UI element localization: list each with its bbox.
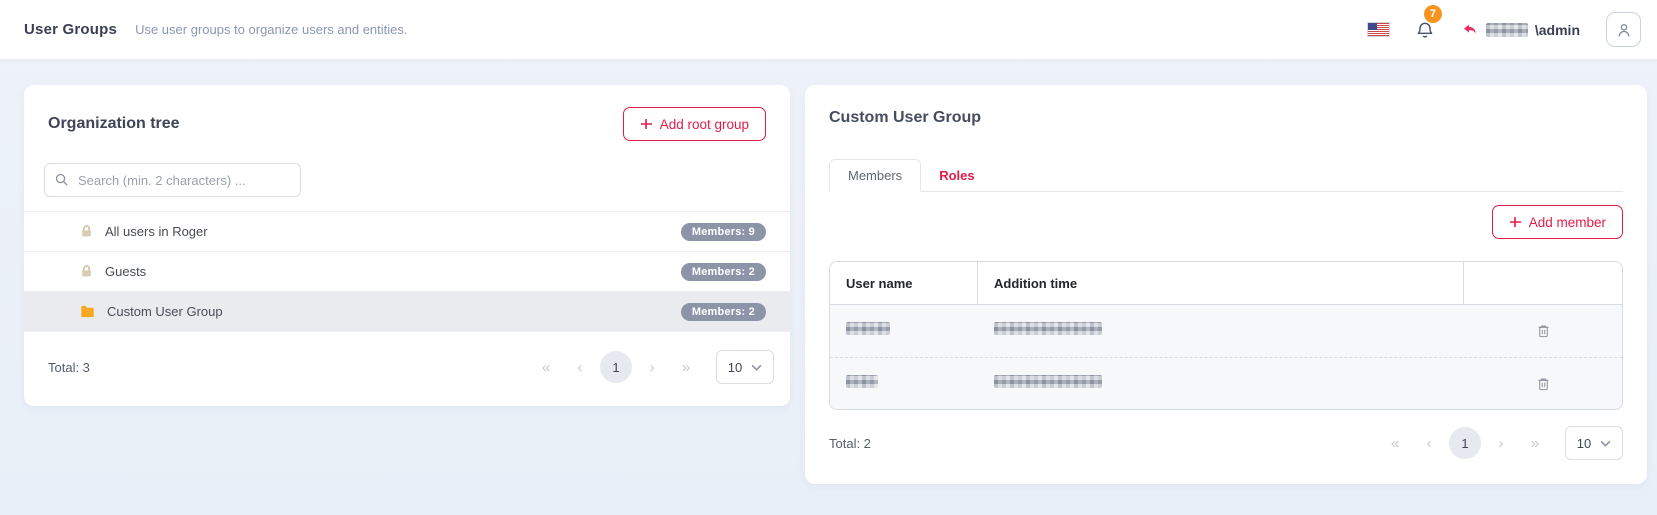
delete-member-button[interactable] [1532,372,1555,396]
row-actions-cell [1464,319,1622,343]
content-area: Organization tree Add root group All use… [0,60,1657,484]
tree-search [44,163,301,197]
members-pagination: Total: 2 « ‹ 1 › » 10 [805,410,1647,484]
flag-canton [1368,23,1377,30]
organization-tree-list: All users in Roger Members: 9 Guests Mem… [24,211,790,332]
user-group-panel: Custom User Group Members Roles Add memb… [805,85,1647,484]
header-actions: 7 \admin [1368,12,1641,47]
column-header-addition-time: Addition time [978,262,1464,304]
addition-time-cell [978,375,1464,393]
header-titles: User Groups Use user groups to organize … [24,21,408,38]
tab-members[interactable]: Members [829,159,921,192]
chevron-down-icon [1600,440,1611,447]
chevron-down-icon [751,364,762,371]
redacted-addition-time [994,322,1102,335]
members-count-badge: Members: 2 [681,263,766,281]
add-member-label: Add member [1529,215,1606,230]
tree-search-input[interactable] [44,163,301,197]
user-menu-button[interactable] [1606,12,1641,47]
plus-icon [640,118,652,130]
column-header-user-name: User name [830,262,978,304]
members-table-header: User name Addition time [830,262,1622,305]
page-size-select[interactable]: 10 [716,350,774,384]
page-size-value: 10 [728,360,742,375]
trash-icon [1536,376,1551,392]
impersonation-control[interactable]: \admin [1461,22,1580,38]
members-table: User name Addition time [829,261,1623,410]
account-domain-label: \admin [1535,22,1580,38]
tree-item-label: Guests [105,264,669,279]
next-page-button[interactable]: › [638,359,666,376]
tree-pagination: Total: 3 « ‹ 1 › » 10 [24,332,790,406]
organization-tree-panel: Organization tree Add root group All use… [24,85,790,406]
last-page-button[interactable]: » [1521,435,1549,452]
tree-item-label: Custom User Group [107,304,669,319]
page-subtitle: Use user groups to organize users and en… [135,22,407,37]
column-header-actions [1464,262,1622,304]
add-root-group-button[interactable]: Add root group [623,107,766,141]
user-name-cell [830,375,978,393]
organization-tree-title: Organization tree [48,115,180,133]
bell-icon [1415,20,1435,40]
user-group-title: Custom User Group [805,85,1647,127]
add-member-button[interactable]: Add member [1492,205,1623,239]
current-page-button[interactable]: 1 [600,351,632,383]
delete-member-button[interactable] [1532,319,1555,343]
tab-roles[interactable]: Roles [921,160,992,191]
members-pagination-controls: « ‹ 1 › » 10 [1381,426,1623,460]
group-tabs: Members Roles [829,159,1623,192]
add-root-group-label: Add root group [660,117,749,132]
members-total-label: Total: 2 [829,436,871,451]
organization-tree-header: Organization tree Add root group [24,85,790,141]
members-count-badge: Members: 2 [681,303,766,321]
last-page-button[interactable]: » [672,359,700,376]
tree-item-all-users[interactable]: All users in Roger Members: 9 [24,212,790,252]
notification-count-badge: 7 [1424,5,1442,23]
user-name-cell [830,322,978,340]
page-title: User Groups [24,21,117,38]
lock-icon [80,225,93,238]
redacted-addition-time [994,375,1102,388]
prev-page-button[interactable]: ‹ [566,359,594,376]
trash-icon [1536,323,1551,339]
page-size-select[interactable]: 10 [1565,426,1623,460]
language-flag-us-icon[interactable] [1368,23,1389,36]
redacted-user-name [846,322,890,335]
tree-pagination-controls: « ‹ 1 › » 10 [532,350,774,384]
page-size-value: 10 [1577,436,1591,451]
notifications-button[interactable]: 7 [1415,20,1435,40]
table-row [830,357,1622,409]
folder-icon [80,305,95,318]
app-header: User Groups Use user groups to organize … [0,0,1657,60]
addition-time-cell [978,322,1464,340]
plus-icon [1509,216,1521,228]
lock-icon [80,265,93,278]
row-actions-cell [1464,372,1622,396]
tree-item-guests[interactable]: Guests Members: 2 [24,252,790,292]
redacted-account-name [1486,23,1528,37]
prev-page-button[interactable]: ‹ [1415,435,1443,452]
tree-item-label: All users in Roger [105,224,669,239]
first-page-button[interactable]: « [1381,435,1409,452]
current-page-button[interactable]: 1 [1449,427,1481,459]
person-icon [1615,21,1633,39]
next-page-button[interactable]: › [1487,435,1515,452]
reply-arrow-icon [1461,22,1479,38]
first-page-button[interactable]: « [532,359,560,376]
tree-item-custom-user-group[interactable]: Custom User Group Members: 2 [24,292,790,332]
tree-total-label: Total: 3 [48,360,90,375]
redacted-user-name [846,375,878,388]
member-actions-row: Add member [829,205,1623,239]
table-row [830,305,1622,357]
members-count-badge: Members: 9 [681,223,766,241]
